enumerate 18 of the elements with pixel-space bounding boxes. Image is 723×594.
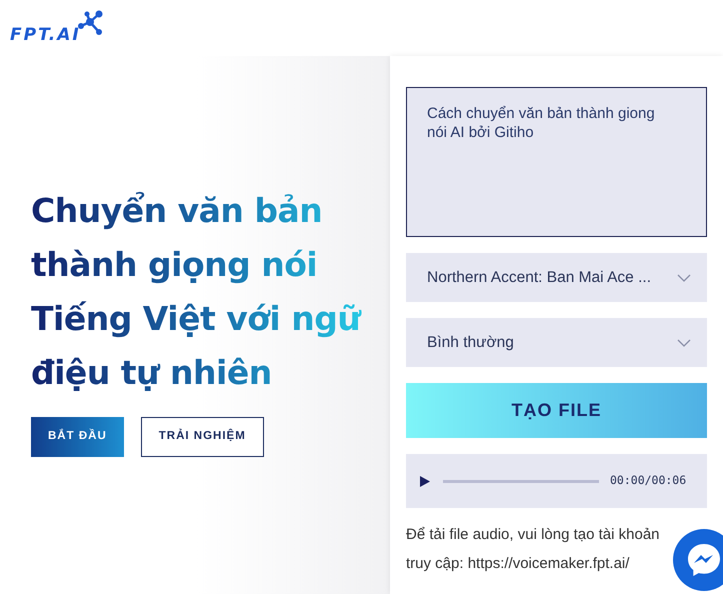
chevron-down-icon	[677, 338, 691, 346]
download-note: Để tải file audio, vui lòng tạo tài khoản	[406, 525, 660, 545]
play-icon[interactable]	[420, 476, 430, 486]
speed-select[interactable]: Bình thường	[406, 318, 707, 367]
speed-select-value: Bình thường	[427, 332, 514, 353]
download-note: truy cập: https://voicemaker.fpt.ai/	[406, 554, 630, 574]
voice-select-value: Northern Accent: Ban Mai Ace ...	[427, 268, 652, 288]
text-input-field[interactable]: Cách chuyển văn bản thành giong nói AI bởi Gitiho	[406, 87, 707, 237]
create-file-button[interactable]: TẠO FILE	[406, 383, 707, 438]
progress-track[interactable]	[443, 480, 599, 482]
try-button[interactable]: TRẢI NGHIỆM	[140, 417, 264, 457]
logo-text: FPT.AI	[10, 27, 81, 44]
start-button[interactable]: BẮT ĐẦU	[31, 417, 124, 457]
messenger-icon	[685, 541, 723, 579]
time-readout: 00:00/00:06	[610, 472, 686, 490]
network-logo-icon	[76, 10, 105, 38]
chevron-down-icon	[677, 274, 691, 282]
voice-select[interactable]: Northern Accent: Ban Mai Ace ...	[406, 253, 707, 302]
